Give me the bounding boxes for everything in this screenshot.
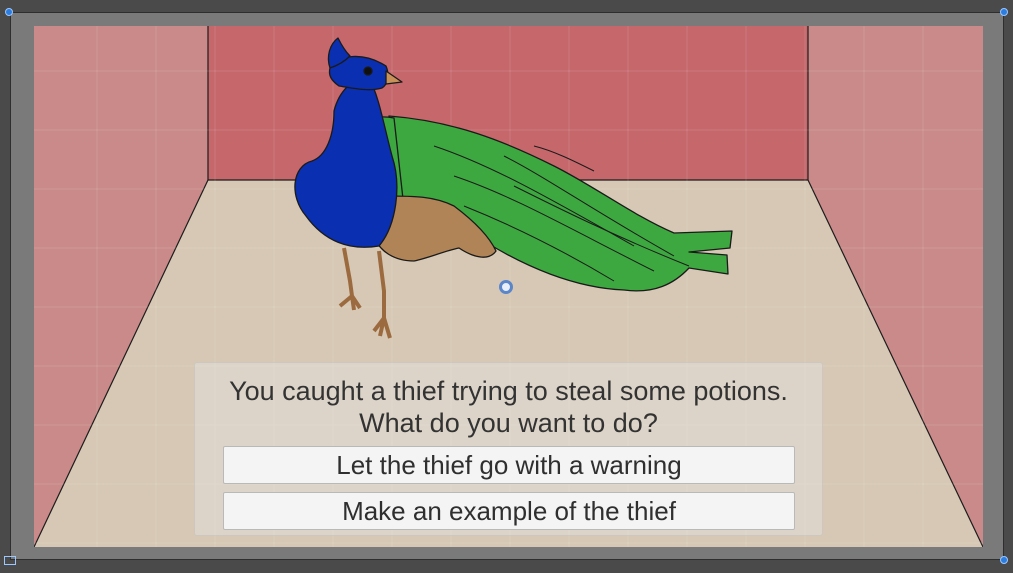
prompt-line-2: What do you want to do?: [359, 408, 658, 438]
choice-example-button[interactable]: Make an example of the thief: [223, 492, 795, 530]
choice-warning-button[interactable]: Let the thief go with a warning: [223, 446, 795, 484]
resize-handle-bottom-right[interactable]: [1000, 556, 1008, 564]
dialog-panel: You caught a thief trying to steal some …: [194, 362, 823, 536]
anchor-handle-bottom-left[interactable]: [4, 556, 16, 565]
resize-handle-top-right[interactable]: [1000, 8, 1008, 16]
pivot-handle[interactable]: [499, 280, 513, 294]
resize-handle-top-left[interactable]: [5, 8, 13, 16]
prompt-line-1: You caught a thief trying to steal some …: [229, 376, 788, 406]
dialog-prompt: You caught a thief trying to steal some …: [195, 375, 822, 439]
